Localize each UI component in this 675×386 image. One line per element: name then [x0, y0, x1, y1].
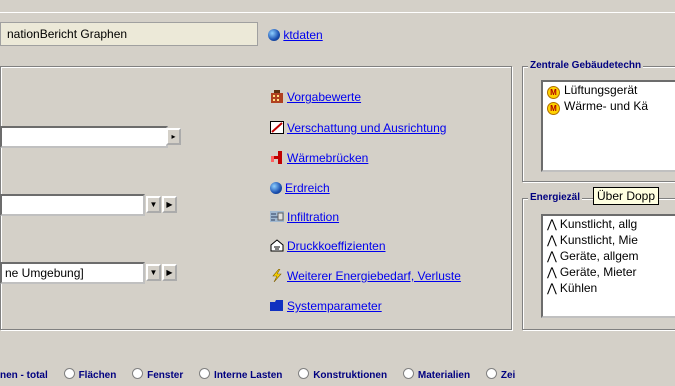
radio-row: nen - total Flächen Fenster Interne Last… — [0, 368, 528, 381]
list-item-label: Kühlen — [559, 281, 598, 295]
link-waermebruecken[interactable]: Wärmebrücken — [270, 151, 368, 165]
link-weiterer-energiebedarf[interactable]: Weiterer Energiebedarf, Verluste — [270, 269, 461, 283]
shading-icon — [270, 121, 284, 134]
zentrale-group-title: Zentrale Gebäudetechn — [528, 60, 644, 71]
list-item[interactable]: M Lüftungsgerät — [543, 82, 675, 99]
link-systemparameter[interactable]: Systemparameter — [270, 299, 382, 313]
radio-circle[interactable] — [132, 368, 144, 379]
top-strip — [0, 0, 675, 13]
meter-icon: ⋀ — [547, 217, 557, 231]
combo-3-dropdown-button[interactable]: ▼ — [146, 264, 161, 281]
list-item-label: Geräte, Mieter — [559, 265, 637, 279]
list-item-label: Wärme- und Kä — [564, 99, 649, 113]
link-label[interactable]: Wärmebrücken — [287, 151, 368, 165]
building-icon — [271, 90, 283, 103]
radio-circle[interactable] — [402, 368, 414, 379]
meter-icon: ⋀ — [547, 249, 557, 263]
pressure-icon — [270, 239, 284, 252]
radio-circle[interactable] — [199, 368, 211, 379]
link-label[interactable]: Druckkoeffizienten — [287, 239, 386, 253]
combo-1-button[interactable]: ▸ — [166, 128, 181, 145]
radio-label: Flächen — [78, 370, 117, 381]
meter-icon: ⋀ — [547, 233, 557, 247]
radio-zeitplaene[interactable]: Zei — [485, 368, 516, 381]
radio-circle[interactable] — [485, 368, 497, 379]
radio-materialien[interactable]: Materialien — [402, 368, 471, 381]
combo-2[interactable] — [0, 194, 145, 216]
combo-2-dropdown-button[interactable]: ▼ — [146, 196, 161, 213]
link-label[interactable]: Infiltration — [287, 210, 339, 224]
list-item-label: Geräte, allgem — [559, 249, 639, 263]
m-icon: M — [547, 102, 560, 115]
list-item-label: Kunstlicht, allg — [559, 217, 638, 231]
lightning-icon — [272, 269, 282, 282]
list-item[interactable]: ⋀ Geräte, allgem — [543, 248, 675, 264]
projektdaten-link-wrap[interactable]: ktdaten — [268, 28, 323, 42]
energie-group-title: Energiezäl — [528, 192, 583, 203]
radio-fenster[interactable]: Fenster — [132, 368, 183, 381]
radio-interne-lasten[interactable]: Interne Lasten — [199, 368, 282, 381]
radio-konstruktionen[interactable]: Konstruktionen — [298, 368, 387, 381]
globe-icon — [268, 29, 280, 41]
combo-3-arrow-button[interactable]: ▶ — [162, 264, 177, 281]
link-label[interactable]: Systemparameter — [287, 299, 382, 313]
radio-label: Fenster — [147, 370, 184, 381]
meter-icon: ⋀ — [547, 265, 557, 279]
energie-listbox[interactable]: ⋀ Kunstlicht, allg ⋀ Kunstlicht, Mie ⋀ Gerä… — [541, 214, 675, 318]
link-label[interactable]: Weiterer Energiebedarf, Verluste — [287, 269, 461, 283]
link-infiltration[interactable]: Infiltration — [270, 210, 339, 224]
list-item[interactable]: M Wärme- und Kä — [543, 98, 675, 115]
thermal-bridge-icon — [271, 151, 282, 164]
list-item[interactable]: ⋀ Kunstlicht, Mie — [543, 232, 675, 248]
radio-label: Konstruktionen — [313, 370, 388, 381]
radio-label: Materialien — [417, 370, 471, 381]
list-item[interactable]: ⋀ Kühlen — [543, 280, 675, 296]
radio-circle[interactable] — [63, 368, 75, 379]
zentrale-listbox[interactable]: M Lüftungsgerät M Wärme- und Kä — [541, 80, 675, 172]
list-item-label: Kunstlicht, Mie — [559, 233, 638, 247]
radio-label: nen - total — [0, 370, 48, 381]
title-field[interactable]: nationBericht Graphen — [0, 22, 258, 46]
tooltip: Über Dopp — [593, 187, 660, 205]
radio-flaechen[interactable]: Flächen — [63, 368, 117, 381]
link-label[interactable]: Erdreich — [285, 181, 330, 195]
link-druckkoeffizienten[interactable]: Druckkoeffizienten — [270, 239, 386, 253]
list-item[interactable]: ⋀ Kunstlicht, allg — [543, 216, 675, 232]
infiltration-icon — [270, 211, 284, 222]
globe-icon — [270, 182, 282, 194]
meter-icon: ⋀ — [547, 281, 557, 295]
link-erdreich[interactable]: Erdreich — [270, 181, 330, 195]
radio-circle[interactable] — [298, 368, 310, 379]
radio-label: Interne Lasten — [214, 370, 283, 381]
link-label[interactable]: Verschattung und Ausrichtung — [287, 121, 446, 135]
list-item-label: Lüftungsgerät — [564, 83, 638, 97]
folder-icon — [270, 300, 283, 311]
list-item[interactable]: ⋀ Geräte, Mieter — [543, 264, 675, 280]
radio-gebaeude-total[interactable]: nen - total — [0, 370, 48, 381]
combo-3[interactable]: ne Umgebung] — [0, 262, 145, 284]
link-label[interactable]: Vorgabewerte — [287, 90, 361, 104]
radio-label: Zei — [500, 370, 516, 381]
combo-2-arrow-button[interactable]: ▶ — [162, 196, 177, 213]
projektdaten-link[interactable]: ktdaten — [283, 28, 322, 42]
link-vorgabewerte[interactable]: Vorgabewerte — [270, 90, 361, 104]
combo-1[interactable] — [0, 126, 168, 148]
link-verschattung[interactable]: Verschattung und Ausrichtung — [270, 121, 446, 135]
